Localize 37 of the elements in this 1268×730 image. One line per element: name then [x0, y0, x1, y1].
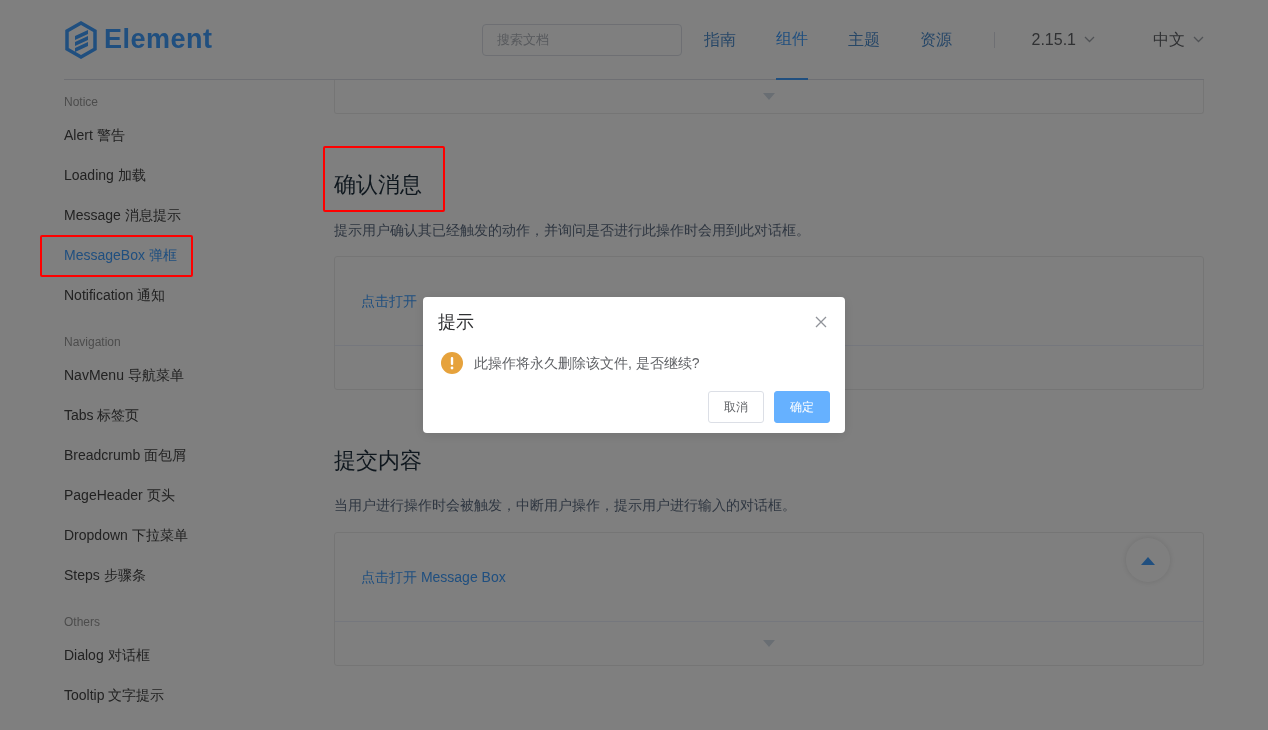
- dialog-title: 提示: [438, 312, 474, 332]
- logo-text: Element: [104, 23, 213, 57]
- demo-link[interactable]: 点击打开: [361, 290, 417, 312]
- section-description: 提示用户确认其已经触发的动作，并询问是否进行此操作时会用到此对话框。: [334, 221, 811, 240]
- cancel-button[interactable]: 取消: [708, 391, 764, 423]
- sidebar-item[interactable]: Tooltip 文字提示: [64, 675, 165, 715]
- close-icon[interactable]: [815, 316, 827, 328]
- sidebar-item[interactable]: Steps 步骤条: [64, 555, 146, 595]
- section-heading: 提交内容: [334, 448, 422, 474]
- nav-link[interactable]: 指南: [703, 0, 736, 80]
- chevron-down-icon: [1193, 36, 1204, 43]
- dialog-message: 此操作将永久删除该文件, 是否继续?: [474, 353, 700, 373]
- back-to-top-button[interactable]: [1126, 538, 1170, 582]
- confirm-button[interactable]: 确定: [774, 391, 830, 423]
- chevron-down-icon: [1084, 36, 1095, 43]
- version-dropdown[interactable]: 2.15.1: [1031, 27, 1095, 52]
- section-heading: 确认消息: [334, 172, 422, 198]
- sidebar-item[interactable]: Loading 加载: [64, 155, 146, 195]
- sidebar-item[interactable]: Alert 警告: [64, 115, 125, 155]
- nav-link[interactable]: 主题: [847, 0, 880, 80]
- sidebar-item[interactable]: Notification 通知: [64, 275, 166, 315]
- nav-link[interactable]: 资源: [919, 0, 952, 80]
- sidebar-item[interactable]: PageHeader 页头: [64, 475, 175, 515]
- section-description: 当用户进行操作时会被触发，中断用户操作，提示用户进行输入的对话框。: [334, 496, 797, 515]
- sidebar-item[interactable]: Message 消息提示: [64, 195, 181, 235]
- caret-up-icon: [1141, 555, 1155, 565]
- warning-icon: [441, 352, 463, 374]
- sidebar-item[interactable]: Tabs 标签页: [64, 395, 140, 435]
- logo-icon: [64, 20, 98, 59]
- sidebar-item[interactable]: Breadcrumb 面包屑: [64, 435, 187, 475]
- sidebar-item[interactable]: Dropdown 下拉菜单: [64, 515, 188, 555]
- sidebar-item[interactable]: NavMenu 导航菜单: [64, 355, 184, 395]
- nav-link[interactable]: 组件: [775, 0, 808, 80]
- language-dropdown[interactable]: 中文: [1153, 27, 1204, 52]
- sidebar-item[interactable]: MessageBox 弹框: [64, 235, 177, 275]
- sidebar-item[interactable]: Dialog 对话框: [64, 635, 150, 675]
- demo-link[interactable]: 点击打开 Message Box: [361, 566, 506, 588]
